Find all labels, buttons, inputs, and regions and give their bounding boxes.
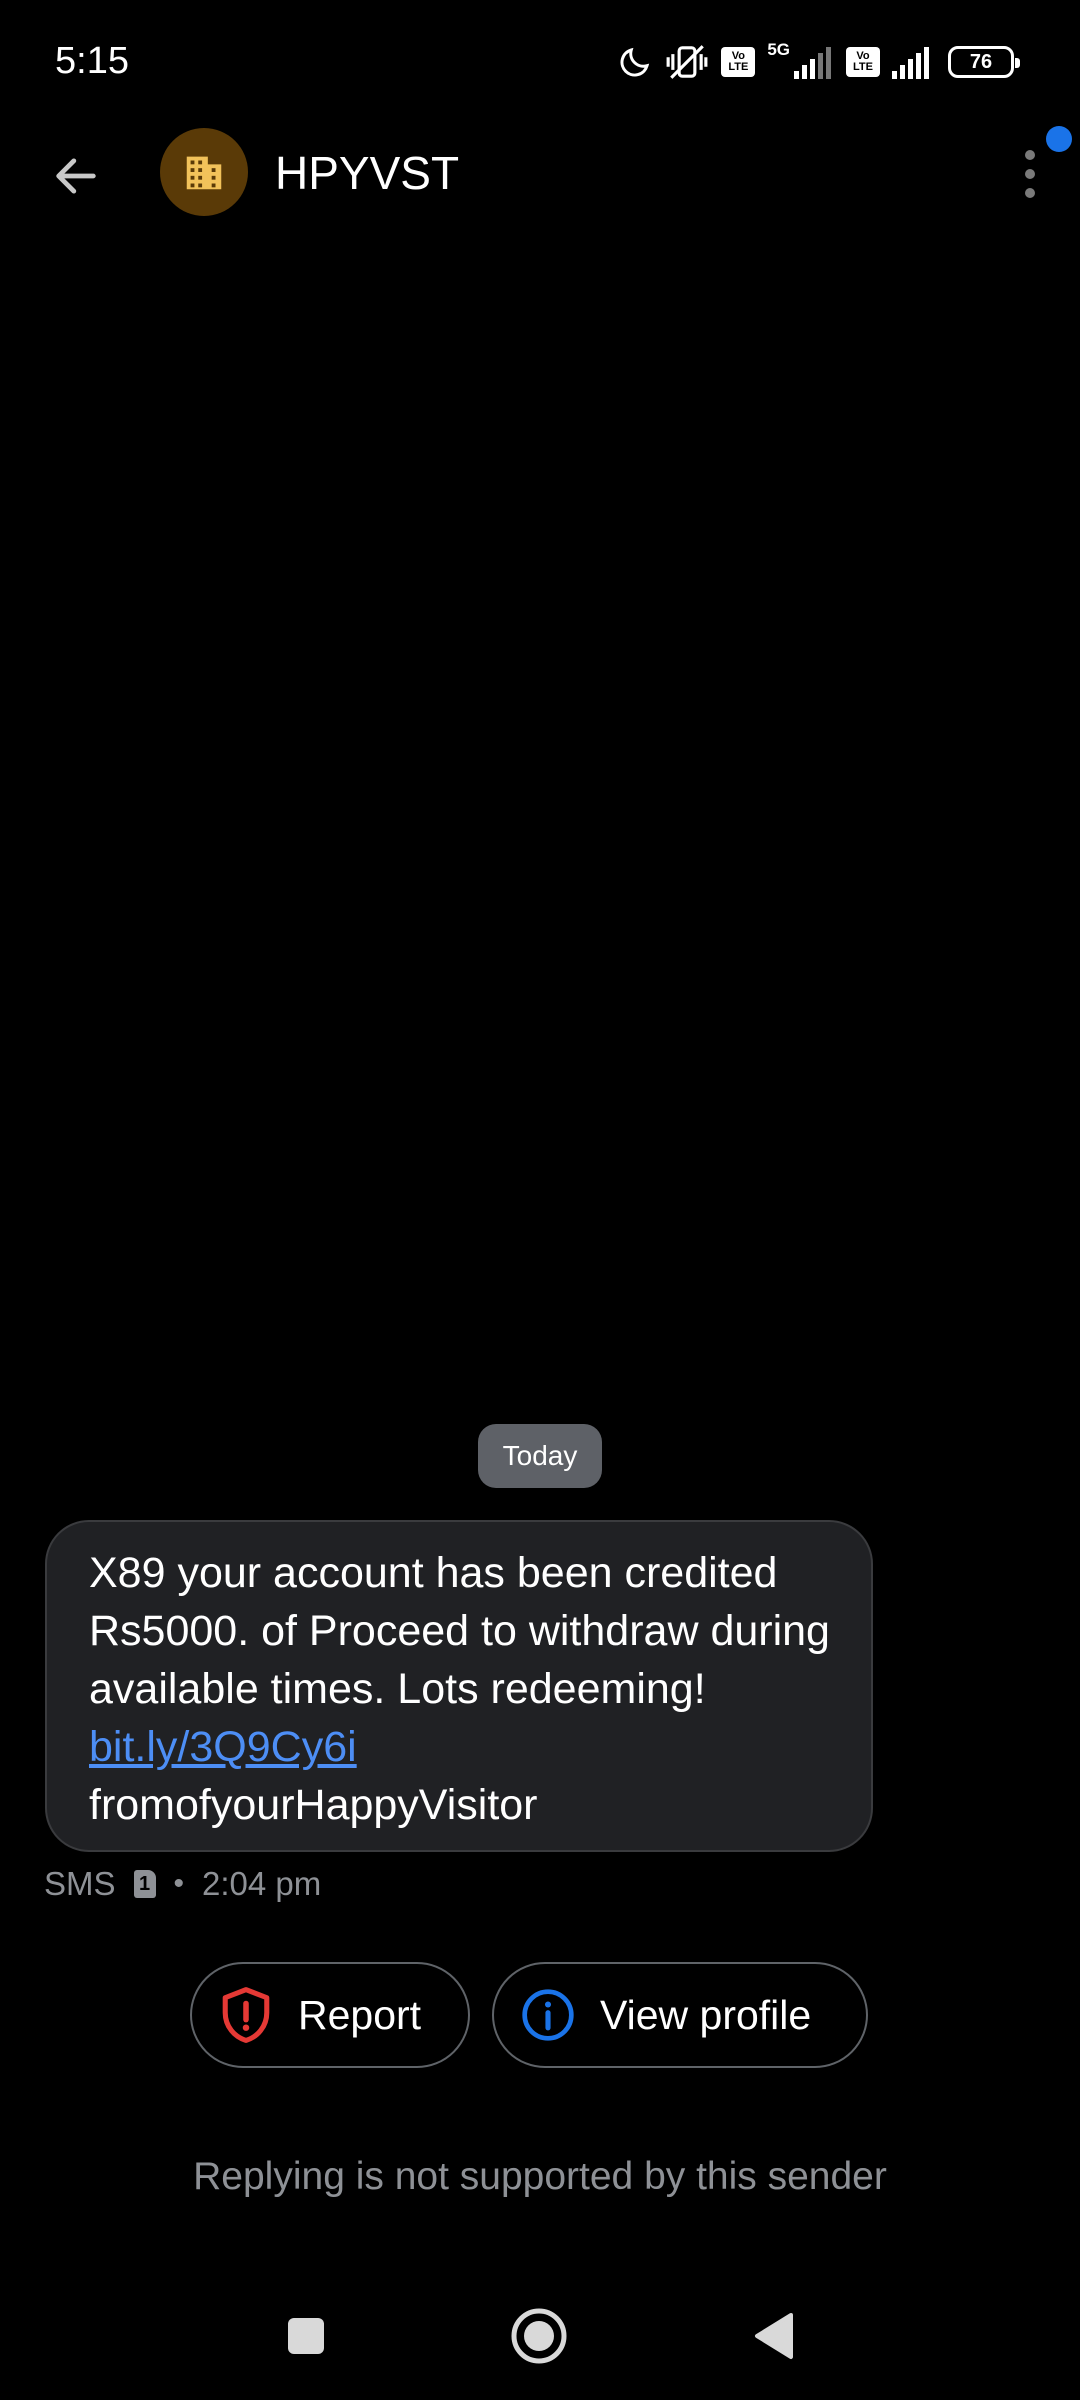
- report-button[interactable]: Report: [190, 1962, 470, 2068]
- message-meta: SMS 1 • 2:04 pm: [44, 1862, 321, 1906]
- contact-name[interactable]: HPYVST: [275, 146, 459, 200]
- status-icons: Vo LTE 5G Vo LTE 76: [617, 40, 1020, 84]
- signal-icon: [794, 45, 834, 79]
- signal-icon: [892, 45, 936, 79]
- message-text-end: fromofyourHappyVisitor: [89, 1781, 538, 1829]
- navigation-bar: [0, 2290, 1080, 2380]
- status-time: 5:15: [55, 40, 129, 82]
- message-text: X89 your account has been credited Rs500…: [89, 1549, 830, 1713]
- home-circle-icon: [511, 2308, 567, 2364]
- building-icon: [186, 156, 222, 190]
- back-button[interactable]: [40, 140, 112, 212]
- battery-level: 76: [969, 50, 993, 73]
- app-bar: HPYVST: [0, 120, 1080, 230]
- volte-icon: Vo LTE: [846, 47, 880, 77]
- avatar[interactable]: [160, 128, 248, 216]
- vibrate-icon: [665, 42, 709, 82]
- network-type: 5G: [767, 40, 790, 59]
- message-time: 2:04 pm: [202, 1865, 322, 1902]
- volte-icon: Vo LTE: [721, 47, 756, 77]
- recents-square-icon: [288, 2318, 324, 2354]
- nav-back-button[interactable]: [737, 2300, 809, 2372]
- reply-not-supported-note: Replying is not supported by this sender: [193, 2155, 887, 2198]
- sim-icon: 1: [133, 1870, 156, 1898]
- separator-dot: •: [173, 1867, 185, 1900]
- battery-icon: 76: [948, 46, 1020, 78]
- message-bubble[interactable]: X89 your account has been credited Rs500…: [45, 1520, 873, 1852]
- status-bar: 5:15 Vo LTE 5G Vo LTE 76: [0, 0, 1080, 120]
- date-chip: Today: [478, 1424, 602, 1488]
- home-button[interactable]: [503, 2300, 575, 2372]
- view-profile-label: View profile: [600, 1991, 812, 2038]
- info-circle-icon: [520, 1987, 576, 2043]
- shield-alert-icon: [218, 1987, 274, 2043]
- back-triangle-icon: [755, 2313, 793, 2359]
- report-label: Report: [298, 1991, 422, 2038]
- recents-button[interactable]: [270, 2300, 342, 2372]
- more-vertical-icon: [1025, 150, 1035, 198]
- moon-icon: [617, 44, 653, 80]
- arrow-left-icon: [56, 158, 96, 194]
- message-type: SMS: [44, 1865, 116, 1902]
- view-profile-button[interactable]: View profile: [492, 1962, 868, 2068]
- notification-dot: [1046, 126, 1072, 152]
- message-link[interactable]: bit.ly/3Q9Cy6i: [89, 1723, 357, 1771]
